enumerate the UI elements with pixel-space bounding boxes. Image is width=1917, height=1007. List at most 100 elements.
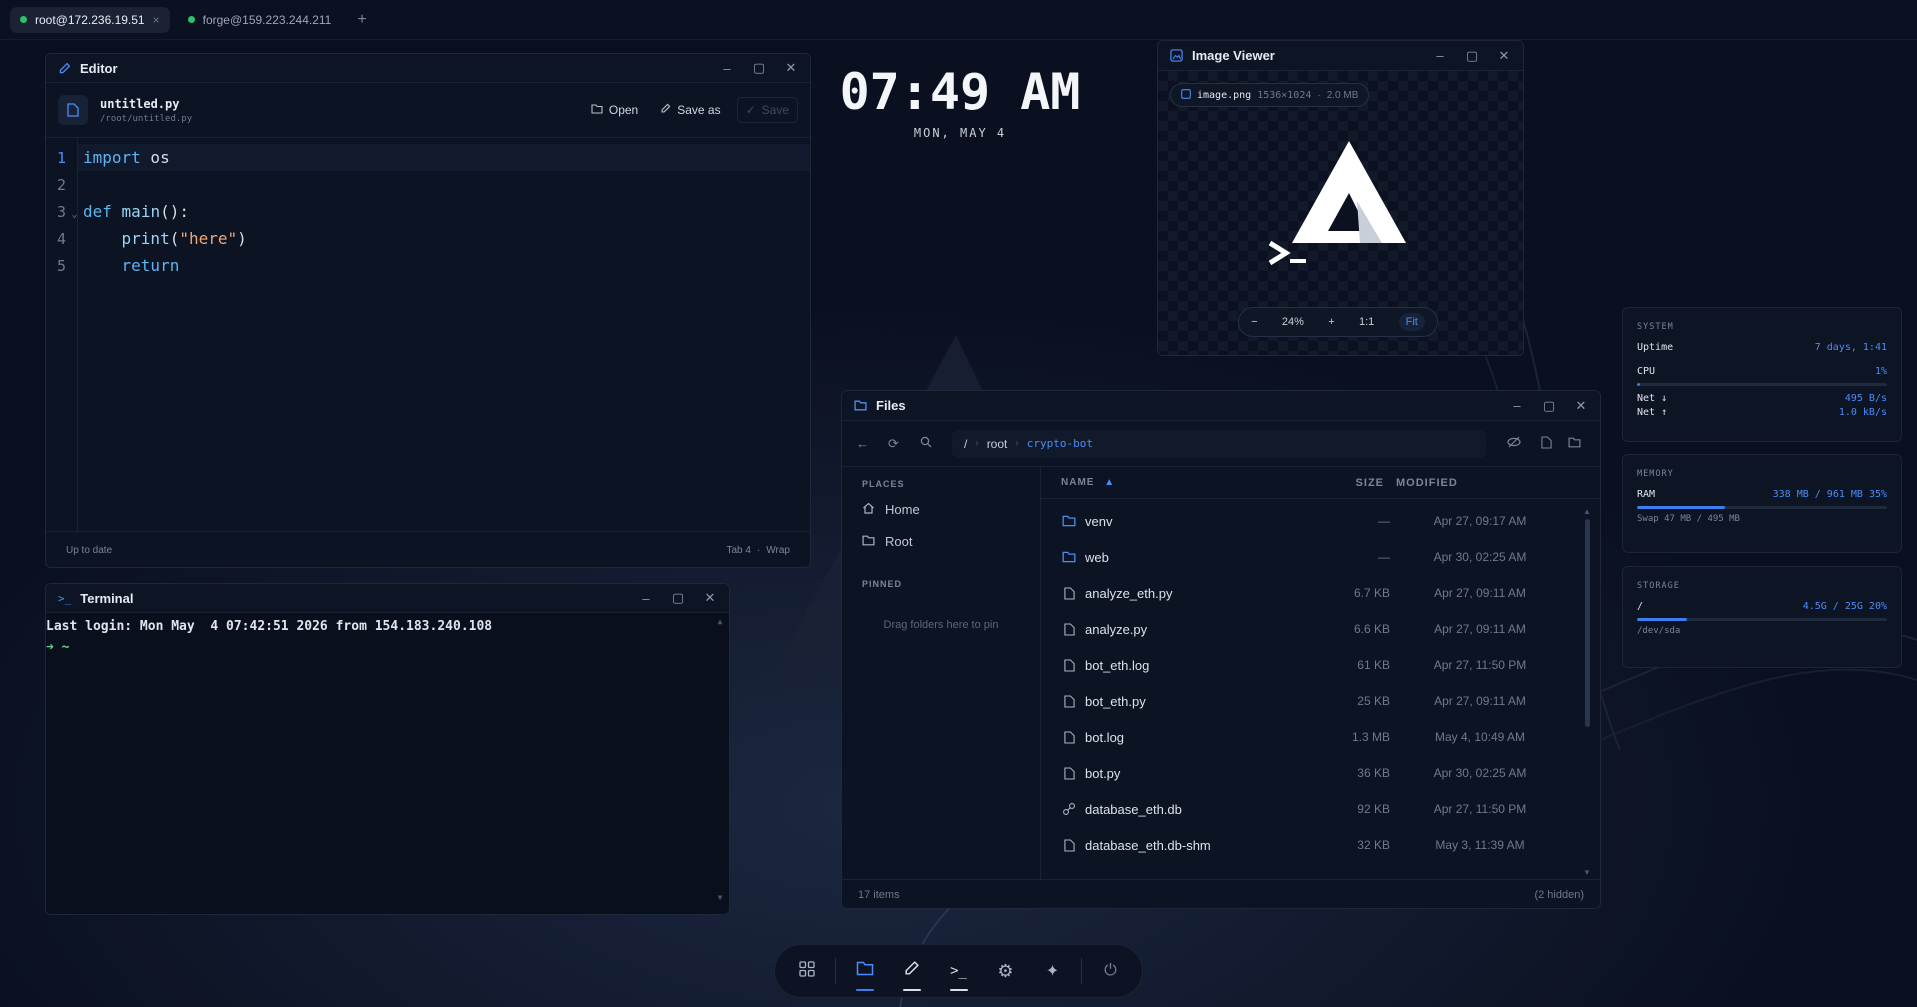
files-scrollbar[interactable]: ▲ ▼ <box>1582 507 1592 879</box>
breadcrumb-current[interactable]: crypto-bot <box>1027 437 1093 450</box>
scroll-up-icon[interactable]: ▲ <box>1582 507 1592 516</box>
uptime-value: 7 days, 1:41 <box>1814 341 1887 353</box>
file-row[interactable]: bot.log 1.3 MB May 4, 10:49 AM <box>1053 719 1570 755</box>
editor-titlebar[interactable]: Editor – ▢ ✕ <box>46 54 810 83</box>
terminal-scrollbar[interactable]: ▲ ▼ <box>715 617 725 902</box>
folder-icon <box>854 400 867 411</box>
pinned-header: PINNED <box>862 579 903 589</box>
scroll-thumb[interactable] <box>1584 519 1590 727</box>
actual-size-button[interactable]: 1:1 <box>1359 316 1374 328</box>
fold-chevron-icon[interactable]: ⌄ <box>71 209 77 220</box>
column-modified[interactable]: MODIFIED <box>1384 477 1510 489</box>
refresh-icon[interactable]: ⟳ <box>888 436 920 452</box>
dock-settings[interactable]: ⚙ <box>983 948 1028 994</box>
file-icon <box>1053 658 1085 672</box>
file-row[interactable]: analyze_eth.py 6.7 KB Apr 27, 09:11 AM <box>1053 575 1570 611</box>
scroll-down-icon[interactable]: ▼ <box>1582 868 1592 877</box>
code-token: return <box>121 256 180 275</box>
line-number: 3 ⌄ <box>46 198 78 225</box>
image-canvas[interactable]: image.png 1536×1024 · 2.0 MB − 24% + 1:1… <box>1158 71 1523 355</box>
sidebar-item-home[interactable]: Home <box>842 493 1040 525</box>
line-gutter: 1 2 3 ⌄ 4 5 <box>46 138 78 531</box>
window-title: Editor <box>80 60 118 76</box>
close-icon[interactable]: ✕ <box>703 590 717 606</box>
maximize-icon[interactable]: ▢ <box>1465 48 1479 64</box>
new-tab-button[interactable]: + <box>349 11 374 29</box>
minimize-icon[interactable]: – <box>1433 48 1447 63</box>
zoom-out-button[interactable]: − <box>1251 316 1257 328</box>
tab-size-indicator[interactable]: Tab 4 <box>726 545 750 556</box>
pencil-icon <box>660 103 671 117</box>
terminal-icon: >_ <box>58 591 72 605</box>
terminal-output[interactable]: Last login: Mon May 4 07:42:51 2026 from… <box>46 613 729 914</box>
dock-editor[interactable] <box>889 948 934 994</box>
terminal-titlebar[interactable]: >_ Terminal – ▢ ✕ <box>46 584 729 613</box>
close-tab-icon[interactable]: × <box>153 13 160 27</box>
file-row[interactable]: analyze.py 6.6 KB Apr 27, 09:11 AM <box>1053 611 1570 647</box>
file-row[interactable]: venv — Apr 27, 09:17 AM <box>1053 503 1570 539</box>
dock-power[interactable]: ⏻ <box>1088 948 1133 994</box>
file-row[interactable]: database_eth.db-shm 32 KB May 3, 11:39 AM <box>1053 827 1570 863</box>
pin-drop-zone[interactable]: Drag folders here to pin <box>842 619 1040 631</box>
scroll-up-icon[interactable]: ▲ <box>718 617 723 626</box>
image-filesize: 2.0 MB <box>1326 89 1359 101</box>
maximize-icon[interactable]: ▢ <box>752 60 766 76</box>
file-row[interactable]: database_eth.db 92 KB Apr 27, 11:50 PM <box>1053 791 1570 827</box>
file-row[interactable]: web — Apr 30, 02:25 AM <box>1053 539 1570 575</box>
info-separator: · <box>1317 89 1321 101</box>
code-area[interactable]: 1 2 3 ⌄ 4 5 import os def main (): print("here"… <box>46 138 810 531</box>
close-icon[interactable]: ✕ <box>784 60 798 76</box>
folder-icon <box>1053 515 1085 527</box>
file-row[interactable]: bot_eth.py 25 KB Apr 27, 09:11 AM <box>1053 683 1570 719</box>
code-line[interactable]: print("here") <box>78 225 810 252</box>
window-title: Image Viewer <box>1192 48 1275 63</box>
search-icon[interactable] <box>920 436 952 451</box>
minimize-icon[interactable]: – <box>1510 398 1524 413</box>
breadcrumb-item[interactable]: root <box>987 437 1008 451</box>
files-titlebar[interactable]: Files – ▢ ✕ <box>842 391 1600 421</box>
code-line[interactable]: def main (): <box>78 198 810 225</box>
dock-terminal[interactable]: >_ <box>936 948 981 994</box>
file-row[interactable]: bot_eth.log 61 KB Apr 27, 11:50 PM <box>1053 647 1570 683</box>
dock-app-grid[interactable] <box>784 948 829 994</box>
new-file-icon[interactable] <box>1530 435 1562 452</box>
wrap-toggle[interactable]: Wrap <box>766 545 790 556</box>
scroll-down-icon[interactable]: ▼ <box>718 893 723 902</box>
file-size: 6.6 KB <box>1353 622 1390 636</box>
image-dimensions: 1536×1024 <box>1257 89 1312 101</box>
session-tab-root[interactable]: root@172.236.19.51 × <box>10 6 170 33</box>
dock-files[interactable] <box>842 948 887 994</box>
toggle-hidden-icon[interactable] <box>1498 436 1530 451</box>
code-line[interactable]: return <box>78 252 810 279</box>
storage-device: /dev/sda <box>1637 626 1681 636</box>
close-icon[interactable]: ✕ <box>1574 398 1588 414</box>
zoom-in-button[interactable]: + <box>1328 316 1334 328</box>
column-name[interactable]: NAME ▲ <box>1061 477 1320 488</box>
dock-ai-assistant[interactable]: ✦ <box>1030 948 1075 994</box>
code-line[interactable] <box>78 171 810 198</box>
image-viewer-titlebar[interactable]: Image Viewer – ▢ ✕ <box>1158 41 1523 71</box>
image-info-pill: image.png 1536×1024 · 2.0 MB <box>1170 83 1370 107</box>
image-viewer-window: Image Viewer – ▢ ✕ image.png 1536×1024 ·… <box>1157 40 1524 356</box>
save-button[interactable]: ✓ Save <box>736 97 798 123</box>
file-row[interactable]: bot.py 36 KB Apr 30, 02:25 AM <box>1053 755 1570 791</box>
net-down-label: Net ↓ <box>1637 392 1668 404</box>
fit-button[interactable]: Fit <box>1398 313 1425 331</box>
close-icon[interactable]: ✕ <box>1497 48 1511 64</box>
back-arrow-icon[interactable]: ← <box>856 436 888 451</box>
save-as-button[interactable]: Save as <box>652 97 728 123</box>
file-size: 6.7 KB <box>1353 586 1390 600</box>
maximize-icon[interactable]: ▢ <box>1542 398 1556 414</box>
column-size[interactable]: SIZE <box>1320 477 1384 489</box>
sidebar-item-root[interactable]: Root <box>842 525 1040 557</box>
minimize-icon[interactable]: – <box>720 61 734 76</box>
new-folder-icon[interactable] <box>1562 436 1586 451</box>
minimize-icon[interactable]: – <box>639 591 653 606</box>
session-tab-forge[interactable]: forge@159.223.244.211 <box>178 7 342 33</box>
breadcrumb-root[interactable]: / <box>964 437 967 451</box>
code-lines[interactable]: import os def main (): print("here") retur… <box>78 138 810 531</box>
open-button[interactable]: Open <box>583 97 646 123</box>
maximize-icon[interactable]: ▢ <box>671 590 685 606</box>
code-line[interactable]: import os <box>78 144 810 171</box>
file-modified: Apr 30, 02:25 AM <box>1433 766 1527 780</box>
